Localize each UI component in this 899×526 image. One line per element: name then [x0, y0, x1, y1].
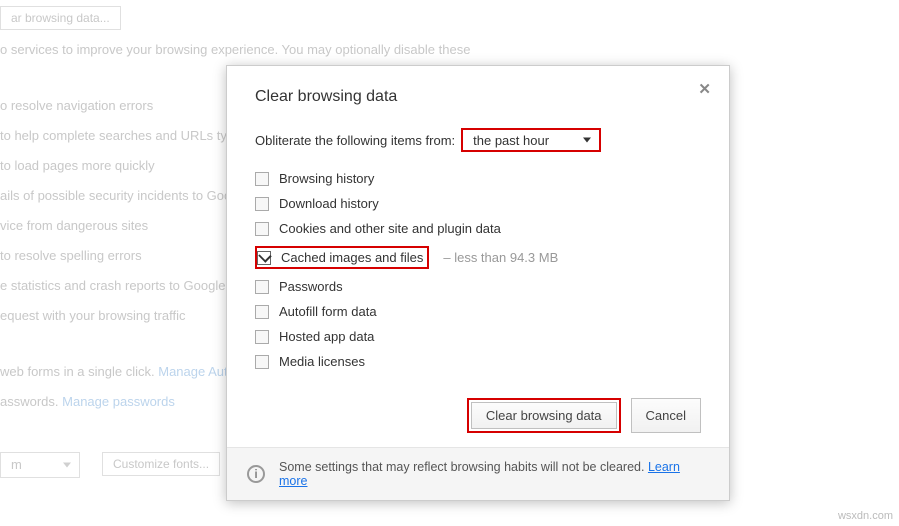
option-label: Download history — [279, 196, 379, 211]
option-media-licenses[interactable]: Media licenses — [255, 349, 701, 374]
dialog-footer: i Some settings that may reflect browsin… — [227, 447, 729, 500]
option-label: Media licenses — [279, 354, 365, 369]
checkbox[interactable] — [255, 355, 269, 369]
attribution: wsxdn.com — [838, 510, 893, 522]
bg-text: vice from dangerous sites — [0, 218, 148, 233]
option-label: Passwords — [279, 279, 343, 294]
info-icon: i — [247, 465, 265, 483]
clear-browsing-data-button[interactable]: Clear browsing data — [471, 402, 617, 429]
cached-size: – less than 94.3 MB — [443, 250, 558, 265]
checkbox[interactable] — [255, 280, 269, 294]
clear-browsing-data-dialog: APPUALSTECH HOW-TO'S FROM THE EXPERTS ✕ … — [226, 65, 730, 501]
checkbox[interactable] — [255, 172, 269, 186]
option-download-history[interactable]: Download history — [255, 191, 701, 216]
bg-text: o services to improve your browsing expe… — [0, 42, 470, 57]
bg-text: to load pages more quickly — [0, 158, 155, 173]
bg-customize-fonts: Customize fonts... — [102, 452, 220, 476]
close-icon[interactable]: ✕ — [698, 80, 711, 98]
bg-text: equest with your browsing traffic — [0, 308, 185, 323]
option-cookies[interactable]: Cookies and other site and plugin data — [255, 216, 701, 241]
option-passwords[interactable]: Passwords — [255, 274, 701, 299]
checkbox[interactable] — [255, 197, 269, 211]
obliterate-label: Obliterate the following items from: — [255, 133, 455, 148]
bg-text: to help complete searches and URLs typed — [0, 128, 249, 143]
option-label: Cookies and other site and plugin data — [279, 221, 501, 236]
bg-text: web forms in a single click. Manage Auto… — [0, 364, 244, 379]
option-label: Cached images and files — [281, 250, 423, 265]
option-cached-images-highlight[interactable]: Cached images and files — [255, 246, 429, 269]
checkbox[interactable] — [255, 222, 269, 236]
time-range-value: the past hour — [473, 133, 549, 148]
checkbox[interactable] — [255, 305, 269, 319]
bg-text: ails of possible security incidents to G… — [0, 188, 249, 203]
checkbox[interactable] — [255, 330, 269, 344]
option-label: Hosted app data — [279, 329, 374, 344]
chevron-down-icon — [583, 138, 591, 143]
footer-text: Some settings that may reflect browsing … — [279, 460, 709, 488]
dialog-title: Clear browsing data — [255, 88, 701, 106]
bg-text: asswords. Manage passwords — [0, 394, 175, 409]
bg-text: e statistics and crash reports to Google — [0, 278, 225, 293]
option-hosted-app[interactable]: Hosted app data — [255, 324, 701, 349]
bg-text: to resolve spelling errors — [0, 248, 142, 263]
option-label: Autofill form data — [279, 304, 377, 319]
bg-clear-button: ar browsing data... — [0, 6, 121, 30]
bg-text: o resolve navigation errors — [0, 98, 153, 113]
option-browsing-history[interactable]: Browsing history — [255, 166, 701, 191]
bg-select: m — [0, 452, 80, 478]
cancel-button[interactable]: Cancel — [631, 398, 701, 433]
option-label: Browsing history — [279, 171, 374, 186]
clear-button-highlight: Clear browsing data — [467, 398, 621, 433]
checkbox-checked[interactable] — [257, 251, 271, 265]
option-autofill[interactable]: Autofill form data — [255, 299, 701, 324]
time-range-select[interactable]: the past hour — [461, 128, 601, 152]
